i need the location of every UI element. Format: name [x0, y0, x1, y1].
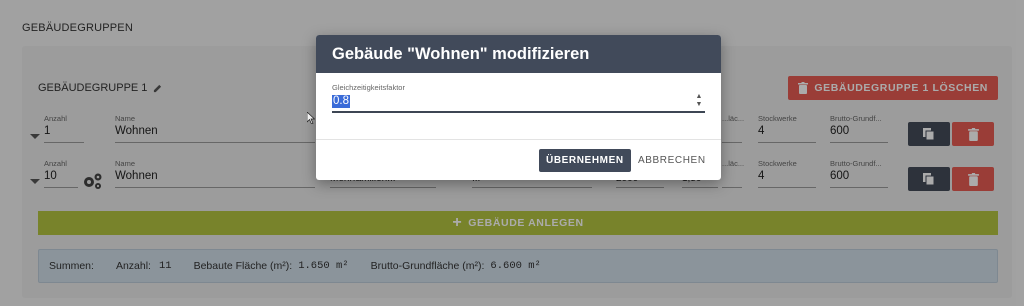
- edit-building-dialog: Gebäude "Wohnen" modifizieren Gleichzeit…: [316, 35, 721, 180]
- dialog-footer: ÜBERNEHMEN ABBRECHEN: [316, 140, 721, 180]
- simultaneity-factor-field[interactable]: Gleichzeitigkeitsfaktor 0.8 ▲ ▼: [332, 83, 705, 117]
- simultaneity-factor-label: Gleichzeitigkeitsfaktor: [332, 83, 405, 92]
- simultaneity-factor-input[interactable]: 0.8: [332, 95, 350, 108]
- number-spinner-icon[interactable]: ▲ ▼: [695, 93, 703, 109]
- dialog-title: Gebäude "Wohnen" modifizieren: [316, 35, 721, 73]
- apply-button[interactable]: ÜBERNEHMEN: [539, 149, 631, 172]
- mouse-pointer-icon: [307, 112, 315, 124]
- cancel-button[interactable]: ABBRECHEN: [634, 149, 710, 172]
- dialog-body: Gleichzeitigkeitsfaktor 0.8 ▲ ▼: [316, 73, 721, 140]
